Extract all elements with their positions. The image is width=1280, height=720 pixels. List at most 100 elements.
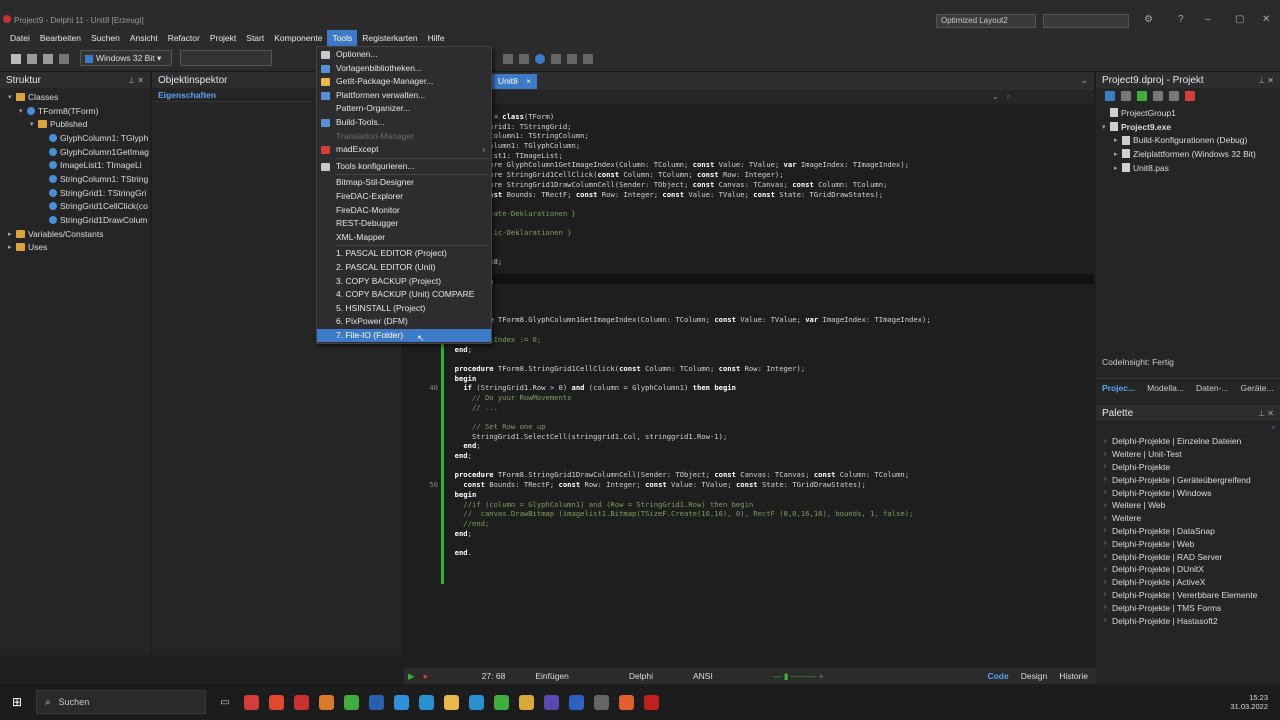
code-line[interactable] <box>404 267 1094 277</box>
tools-menu-item[interactable]: 7. File-IO (Folder) <box>317 328 491 343</box>
structure-item[interactable]: ▸ Variables/Constants <box>0 227 150 241</box>
tab-dropdown-icon[interactable]: ⌄ <box>1080 75 1088 86</box>
expand-toggle-icon[interactable]: › <box>1104 489 1112 496</box>
expand-toggle-icon[interactable]: › <box>1104 438 1112 445</box>
expand-toggle-icon[interactable]: ▸ <box>1114 150 1122 158</box>
taskbar-app-icon[interactable] <box>268 694 284 710</box>
code-line[interactable]: : TForm8; <box>404 257 1094 267</box>
layout-dropdown[interactable]: Optimized Layout2 <box>936 14 1036 28</box>
expand-icon[interactable] <box>1153 91 1163 101</box>
code-line[interactable]: //end; <box>404 519 1094 529</box>
structure-item[interactable]: GlyphColumn1GetImag <box>0 145 150 159</box>
tools-menu-item[interactable]: 2. PASCAL EDITOR (Unit) <box>317 261 491 275</box>
code-line[interactable]: 40 if (StringGrid1.Row > 0) and (column … <box>404 383 1094 393</box>
expand-toggle-icon[interactable]: › <box>1104 515 1112 522</box>
project-tree-item[interactable]: ▸ Build-Konfigurationen (Debug) <box>1096 133 1280 147</box>
code-line[interactable]: ringGrid1: TStringGrid; <box>404 122 1094 132</box>
taskbar-search[interactable]: ⌕ Suchen <box>36 690 207 714</box>
view-tab-historie[interactable]: Historie <box>1059 671 1088 681</box>
project-tree-item[interactable]: ▸ Unit8.pas <box>1096 161 1280 175</box>
project-tree-item[interactable]: ProjectGroup1 <box>1096 106 1280 120</box>
search-icon[interactable]: ⌕ <box>1006 91 1011 102</box>
tools-menu-item[interactable]: 5. HSINSTALL (Project) <box>317 302 491 316</box>
view-tab-code[interactable]: Code <box>987 671 1008 681</box>
palette-item[interactable]: › Delphi-Projekte | Web <box>1096 537 1280 550</box>
code-line[interactable]: begin <box>404 374 1094 384</box>
platform-dropdown[interactable]: Windows 32 Bit ▾ <box>80 50 172 66</box>
structure-item[interactable]: ImageList1: TImageLi <box>0 158 150 172</box>
taskbar-app-icon[interactable] <box>568 694 584 710</box>
menu-registerkarten[interactable]: Registerkarten <box>357 30 422 46</box>
palette-item[interactable]: › Delphi-Projekte | Windows <box>1096 486 1280 499</box>
code-line[interactable]: // Set Row one up <box>404 422 1094 432</box>
taskbar-app-icon[interactable] <box>368 694 384 710</box>
taskbar-app-icon[interactable] <box>418 694 434 710</box>
code-line[interactable]: begin <box>404 325 1094 335</box>
minimize-icon[interactable]: – <box>1205 14 1211 25</box>
code-line[interactable]: // Do your RowMovements <box>404 393 1094 403</box>
user-icon[interactable]: ⚙ <box>1144 14 1153 25</box>
taskbar-app-icon[interactable] <box>643 694 659 710</box>
structure-item[interactable]: ▾ TForm8(TForm) <box>0 104 150 118</box>
code-line[interactable]: = class(TForm) <box>404 112 1094 122</box>
palette-item[interactable]: › Delphi-Projekte | TMS Forms <box>1096 601 1280 614</box>
structure-item[interactable]: StringColumn1: TString <box>0 172 150 186</box>
code-line[interactable]: StringGrid1.SelectCell(stringgrid1.Col, … <box>404 432 1094 442</box>
taskbar-app-icon[interactable] <box>293 694 309 710</box>
zoom-slider[interactable]: — ▮ ——— + <box>773 671 824 682</box>
insert-mode[interactable]: Einfügen <box>535 671 569 681</box>
expand-toggle-icon[interactable]: › <box>1104 553 1112 560</box>
palette-item[interactable]: › Delphi-Projekte | DUnitX <box>1096 563 1280 576</box>
expand-toggle-icon[interactable]: › <box>1104 617 1112 624</box>
tools-menu-item[interactable]: Bitmap-Stil-Designer <box>317 176 491 190</box>
code-line[interactable]: 50 const Bounds: TRectF; const Row: Inte… <box>404 480 1094 490</box>
collapse-icon[interactable] <box>1169 91 1179 101</box>
trace-into-icon[interactable] <box>551 54 561 64</box>
code-line[interactable] <box>404 219 1094 229</box>
structure-item[interactable]: StringGrid1CellClick(co <box>0 200 150 214</box>
expand-toggle-icon[interactable]: ▸ <box>8 230 16 238</box>
windows-start-icon[interactable]: ⊞ <box>12 695 22 709</box>
open-icon[interactable] <box>27 53 37 64</box>
clock[interactable]: 15:23 31.03.2022 <box>1230 693 1268 711</box>
expand-toggle-icon[interactable]: › <box>1104 540 1112 547</box>
expand-toggle-icon[interactable]: › <box>1104 579 1112 586</box>
tools-menu-item[interactable]: FireDAC-Explorer <box>317 190 491 204</box>
structure-item[interactable]: ▸ Uses <box>0 241 150 255</box>
task-view-icon[interactable]: ▭ <box>220 697 229 708</box>
code-line[interactable]: end; <box>404 345 1094 355</box>
tools-menu-item[interactable]: 6. PixPower (DFM) <box>317 315 491 329</box>
structure-item[interactable]: StringGrid1DrawColum <box>0 213 150 227</box>
expand-toggle-icon[interactable]: › <box>1104 591 1112 598</box>
refresh-icon[interactable] <box>1137 91 1147 101</box>
code-line[interactable] <box>404 461 1094 471</box>
palette-item[interactable]: › Weitere <box>1096 512 1280 525</box>
view-tab-design[interactable]: Design <box>1021 671 1047 681</box>
structure-item[interactable]: ▾ Classes <box>0 90 150 104</box>
code-line[interactable]: procedure TForm8.StringGrid1CellClick(co… <box>404 364 1094 374</box>
expand-toggle-icon[interactable]: ▾ <box>19 107 27 115</box>
stop-icon[interactable] <box>519 54 529 64</box>
step-over-icon[interactable] <box>567 54 577 64</box>
code-line[interactable] <box>404 306 1094 316</box>
tools-menu-item[interactable]: Optionen... <box>317 48 491 62</box>
menu-komponente[interactable]: Komponente <box>269 30 327 46</box>
code-line[interactable]: end. <box>404 548 1094 558</box>
panel-pin-close-icon[interactable]: ⊥ ✕ <box>128 76 144 85</box>
panel-pin-close-icon[interactable]: ⊥ ✕ <box>1258 409 1274 418</box>
language-mode[interactable]: Delphi <box>629 671 653 681</box>
palette-item[interactable]: › Weitere | Unit-Test <box>1096 448 1280 461</box>
tools-menu-item[interactable]: Build-Tools... <box>317 116 491 130</box>
tools-menu-item[interactable]: FireDAC-Monitor <box>317 204 491 218</box>
tools-menu-item[interactable]: Tools konfigurieren... <box>317 160 491 174</box>
tools-menu-item[interactable]: 3. COPY BACKUP (Project) <box>317 275 491 289</box>
code-line[interactable]: procedure TForm8.GlyphColumn1GetImageInd… <box>404 315 1094 325</box>
expand-toggle-icon[interactable]: ▾ <box>1102 123 1110 131</box>
tools-menu-item[interactable]: Vorlagenbibliotheken... <box>317 62 491 76</box>
step-icon[interactable] <box>535 54 545 64</box>
save-all-icon[interactable] <box>43 53 53 64</box>
menu-datei[interactable]: Datei <box>5 30 35 46</box>
taskbar-app-icon[interactable] <box>493 694 509 710</box>
menu-start[interactable]: Start <box>241 30 269 46</box>
code-line[interactable] <box>404 286 1094 296</box>
